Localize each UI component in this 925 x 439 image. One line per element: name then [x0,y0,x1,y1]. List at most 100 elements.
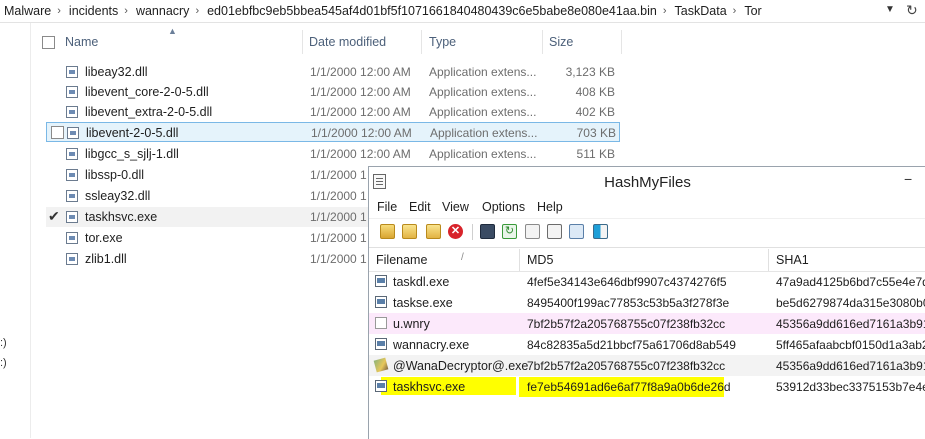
dll-file-icon [66,106,78,118]
properties-icon[interactable] [547,224,562,239]
dll-file-icon [66,253,78,265]
hashmyfiles-window[interactable]: HashMyFiles − File Edit View Options Hel… [368,166,925,439]
nav-fragment: :) [0,337,7,349]
folder-star-icon[interactable] [426,224,441,239]
file-date: 1/1/2000 12:00 AM [310,85,411,99]
refresh-icon[interactable]: ↻ [906,2,918,19]
file-name: libeay32.dll [85,65,148,79]
hash-md5: 84c82835a5d21bbcf75a61706d8ab549 [527,338,736,352]
save-icon[interactable] [480,224,495,239]
breadcrumb-item-malware[interactable]: Malware [0,4,53,18]
file-row[interactable]: libgcc_s_sjlj-1.dll 1/1/2000 12:00 AM Ap… [46,144,620,164]
hash-row[interactable]: wannacry.exe 84c82835a5d21bbcf75a61706d8… [369,334,925,355]
file-row[interactable]: libeay32.dll 1/1/2000 12:00 AM Applicati… [46,62,620,82]
file-size: 402 KB [575,105,615,119]
hash-sha1: 53912d33bec3375153b7e4e68 [776,380,925,394]
file-size: 3,123 KB [565,65,615,79]
column-header-sha1[interactable]: SHA1 [776,253,809,267]
hash-sha1: 45356a9dd616ed7161a3b919 [776,359,925,373]
file-row[interactable]: libevent_extra-2-0-5.dll 1/1/2000 12:00 … [46,102,620,122]
toolbar-divider [472,224,473,240]
window-title: HashMyFiles [604,174,691,191]
file-date: 1/1/2000 1 [310,210,367,224]
hash-row-duplicate[interactable]: u.wnry 7bf2b57f2a205768755c07f238fb32cc … [369,313,925,334]
file-type: Application extens... [429,85,537,99]
file-type: Application extens... [429,105,537,119]
menu-edit[interactable]: Edit [409,200,431,214]
menu-help[interactable]: Help [537,200,563,214]
copy-icon[interactable] [525,224,540,239]
column-header-type[interactable]: Type [429,30,456,54]
file-name: zlib1.dll [85,252,127,266]
menu-file[interactable]: File [377,200,397,214]
hash-md5: 8495400f199ac77853c53b5a3f278f3e [527,296,730,310]
breadcrumb-separator[interactable]: › [120,5,132,17]
hash-md5: fe7eb54691ad6e6af77f8a9a0b6de26d [527,380,731,394]
checkmark-icon[interactable]: ✔ [48,208,60,225]
hash-filename: taskhsvc.exe [393,380,466,394]
hash-row-highlighted[interactable]: taskhsvc.exe fe7eb54691ad6e6af77f8a9a0b6… [369,376,925,397]
select-all-checkbox[interactable] [42,36,55,49]
column-divider[interactable] [621,30,622,54]
delete-icon[interactable]: ✕ [448,224,463,239]
column-header-md5[interactable]: MD5 [527,253,553,267]
breadcrumb-item-bin[interactable]: ed01ebfbc9eb5bbea545af4d01bf5f1071661840… [203,4,659,18]
dll-file-icon [66,190,78,202]
nav-fragment: :) [0,357,7,369]
dll-file-icon [66,86,78,98]
file-row[interactable]: libevent_core-2-0-5.dll 1/1/2000 12:00 A… [46,82,620,102]
exe-file-icon [375,380,387,392]
breadcrumb-item-taskdata[interactable]: TaskData [671,4,729,18]
address-bar[interactable]: Malware › incidents › wannacry › ed01ebf… [0,0,925,23]
refresh-icon[interactable]: ↻ [502,224,517,239]
breadcrumb-separator[interactable]: › [191,5,203,17]
column-divider[interactable] [519,249,520,271]
file-type: Application extens... [429,147,537,161]
file-row-selected[interactable]: libevent-2-0-5.dll 1/1/2000 12:00 AM App… [46,122,620,142]
document-icon [375,317,387,329]
row-checkbox[interactable] [51,126,64,139]
hash-sha1: 45356a9dd616ed7161a3b919 [776,317,925,331]
chevron-down-icon[interactable]: ▼ [885,4,895,15]
file-size: 511 KB [576,147,615,161]
hashmyfiles-titlebar[interactable]: HashMyFiles − [369,167,925,197]
breadcrumb-separator[interactable]: › [729,5,741,17]
breadcrumb-separator[interactable]: › [659,5,671,17]
open-folder-icon[interactable] [380,224,395,239]
column-divider[interactable] [421,30,422,54]
breadcrumb-item-tor[interactable]: Tor [740,4,763,18]
file-date: 1/1/2000 1 [310,168,367,182]
hash-row[interactable]: taskdl.exe 4fef5e34143e646dbf9907c437427… [369,271,925,292]
hash-filename: @WanaDecryptor@.exe [393,359,529,373]
file-date: 1/1/2000 12:00 AM [311,126,412,140]
column-header-size[interactable]: Size [549,30,573,54]
file-date: 1/1/2000 12:00 AM [310,105,411,119]
breadcrumb-item-incidents[interactable]: incidents [65,4,120,18]
menu-view[interactable]: View [442,200,469,214]
column-divider[interactable] [768,249,769,271]
hash-sha1: 5ff465afaabcbf0150d1a3ab2 [776,338,925,352]
column-header-date-modified[interactable]: Date modified [309,30,386,54]
column-header-name[interactable]: Name [65,30,98,54]
column-divider[interactable] [542,30,543,54]
wanadecryptor-icon [373,357,389,373]
navigation-pane[interactable]: :) :) [0,23,31,438]
dll-file-icon [66,169,78,181]
column-divider[interactable] [302,30,303,54]
minimize-button[interactable]: − [904,171,912,187]
exe-file-icon [66,232,78,244]
folder-icon[interactable] [402,224,417,239]
hash-sha1: 47a9ad4125b6bd7c55e4e7da [776,275,925,289]
file-name: libssp-0.dll [85,168,145,182]
hash-row-duplicate[interactable]: @WanaDecryptor@.exe 7bf2b57f2a205768755c… [369,355,925,376]
find-icon[interactable] [569,224,584,239]
column-header-filename[interactable]: Filename [376,253,427,267]
menu-options[interactable]: Options [482,200,525,214]
hash-row[interactable]: taskse.exe 8495400f199ac77853c53b5a3f278… [369,292,925,313]
breadcrumb-item-wannacry[interactable]: wannacry [132,4,192,18]
hash-filename: taskdl.exe [393,275,450,289]
breadcrumb-separator[interactable]: › [53,5,65,17]
exit-icon[interactable] [593,224,608,239]
file-size: 408 KB [575,85,615,99]
hash-filename: u.wnry [393,317,430,331]
